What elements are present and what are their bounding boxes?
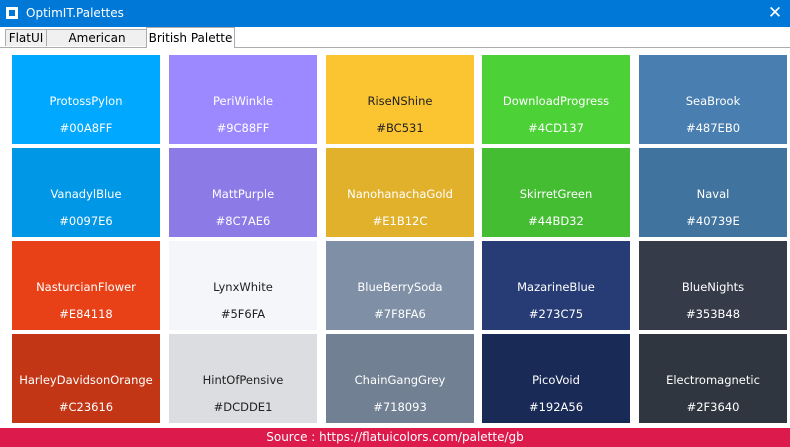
swatch-hex: #718093: [373, 400, 427, 414]
swatch-hex: #00A8FF: [59, 121, 113, 135]
swatch-hex: #192A56: [528, 400, 584, 414]
swatch-name: VanadylBlue: [50, 187, 122, 201]
tab-flatui[interactable]: FlatUI: [5, 29, 47, 46]
color-swatch[interactable]: Naval #40739E: [639, 148, 787, 237]
color-swatch[interactable]: RiseNShine #BC531: [326, 55, 474, 144]
swatch-name: BlueBerrySoda: [357, 280, 443, 294]
swatch-hex: #E1B12C: [372, 214, 428, 228]
color-swatch[interactable]: ChainGangGrey #718093: [326, 334, 474, 423]
title-bar: OptimIT.Palettes ✕: [0, 0, 790, 27]
tab-british-palette[interactable]: British Palette: [146, 27, 235, 48]
swatch-name: NasturcianFlower: [36, 280, 136, 294]
swatch-name: HintOfPensive: [202, 373, 284, 387]
color-swatch[interactable]: HintOfPensive #DCDDE1: [169, 334, 317, 423]
palette-grid: ProtossPylon #00A8FF PeriWinkle #9C88FF …: [0, 48, 790, 428]
color-swatch[interactable]: MattPurple #8C7AE6: [169, 148, 317, 237]
swatch-hex: #4CD137: [528, 121, 584, 135]
swatch-name: HarleyDavidsonOrange: [19, 373, 153, 387]
tab-strip: FlatUI American Palette British Palette: [0, 27, 790, 61]
swatch-hex: #487EB0: [685, 121, 741, 135]
swatch-name: MattPurple: [211, 187, 275, 201]
swatch-hex: #0097E6: [59, 214, 113, 228]
swatch-hex: #5F6FA: [220, 307, 266, 321]
color-swatch[interactable]: DownloadProgress #4CD137: [482, 55, 630, 144]
swatch-hex: #353B48: [685, 307, 741, 321]
swatch-name: Electromagnetic: [666, 373, 760, 387]
color-swatch[interactable]: VanadylBlue #0097E6: [12, 148, 160, 237]
swatch-hex: #C23616: [58, 400, 114, 414]
color-swatch[interactable]: NasturcianFlower #E84118: [12, 241, 160, 330]
swatch-name: PeriWinkle: [212, 94, 274, 108]
swatch-name: SkirretGreen: [519, 187, 593, 201]
source-footer: Source : https://flatuicolors.com/palett…: [0, 428, 790, 447]
swatch-name: SeaBrook: [685, 94, 741, 108]
color-swatch[interactable]: Electromagnetic #2F3640: [639, 334, 787, 423]
window-title: OptimIT.Palettes: [26, 6, 124, 20]
color-swatch[interactable]: HarleyDavidsonOrange #C23616: [12, 334, 160, 423]
swatch-name: PicoVoid: [532, 373, 580, 387]
color-swatch[interactable]: NanohanachaGold #E1B12C: [326, 148, 474, 237]
swatch-name: BlueNights: [681, 280, 745, 294]
close-icon[interactable]: ✕: [760, 0, 790, 27]
swatch-hex: #BC531: [376, 121, 424, 135]
tab-american-palette[interactable]: American Palette: [46, 29, 148, 61]
swatch-name: MazarineBlue: [517, 280, 595, 294]
color-swatch[interactable]: PeriWinkle #9C88FF: [169, 55, 317, 144]
swatch-hex: #2F3640: [686, 400, 740, 414]
swatch-hex: #9C88FF: [216, 121, 270, 135]
app-icon: [6, 7, 18, 19]
swatch-hex: #E84118: [59, 307, 113, 321]
color-swatch[interactable]: PicoVoid #192A56: [482, 334, 630, 423]
color-swatch[interactable]: SeaBrook #487EB0: [639, 55, 787, 144]
swatch-hex: #DCDDE1: [213, 400, 273, 414]
swatch-name: RiseNShine: [367, 94, 433, 108]
color-swatch[interactable]: MazarineBlue #273C75: [482, 241, 630, 330]
swatch-name: ProtossPylon: [49, 94, 123, 108]
color-swatch[interactable]: SkirretGreen #44BD32: [482, 148, 630, 237]
color-swatch[interactable]: BlueBerrySoda #7F8FA6: [326, 241, 474, 330]
color-swatch[interactable]: BlueNights #353B48: [639, 241, 787, 330]
swatch-hex: #8C7AE6: [215, 214, 271, 228]
swatch-name: LynxWhite: [213, 280, 273, 294]
swatch-name: Naval: [696, 187, 730, 201]
swatch-hex: #273C75: [528, 307, 584, 321]
color-swatch[interactable]: ProtossPylon #00A8FF: [12, 55, 160, 144]
swatch-name: DownloadProgress: [502, 94, 610, 108]
swatch-hex: #44BD32: [528, 214, 584, 228]
swatch-hex: #7F8FA6: [374, 307, 426, 321]
swatch-hex: #40739E: [686, 214, 740, 228]
swatch-name: ChainGangGrey: [354, 373, 446, 387]
color-swatch[interactable]: LynxWhite #5F6FA: [169, 241, 317, 330]
swatch-name: NanohanachaGold: [347, 187, 453, 201]
